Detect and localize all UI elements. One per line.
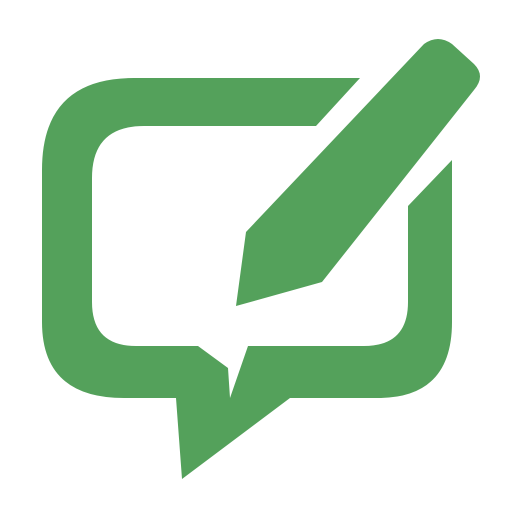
chat-edit-icon [42,39,480,479]
app-icon-canvas [0,0,512,512]
